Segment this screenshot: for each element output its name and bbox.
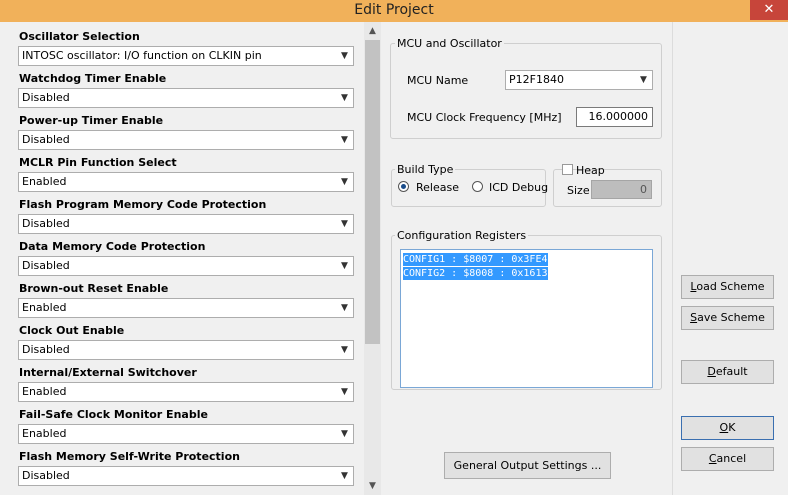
setting-label: Power-up Timer Enable (19, 114, 164, 127)
setting-label: Internal/External Switchover (19, 366, 197, 379)
setting-label: Clock Out Enable (19, 324, 125, 337)
close-button[interactable]: ✕ (750, 0, 788, 20)
scrollbar-thumb[interactable] (365, 40, 380, 344)
cancel-button[interactable]: Cancel (681, 447, 774, 471)
icd-debug-radio[interactable] (472, 181, 483, 192)
chevron-down-icon: ▼ (341, 345, 348, 355)
default-button[interactable]: Default (681, 360, 774, 384)
setting-combo[interactable]: Disabled ▼ (18, 256, 354, 276)
setting-value: Disabled (22, 343, 70, 356)
mcu-name-label: MCU Name (407, 74, 469, 87)
icd-debug-label[interactable]: ICD Debug (489, 181, 548, 194)
chevron-down-icon: ▼ (341, 51, 348, 61)
setting-value: Disabled (22, 259, 70, 272)
setting-label: Flash Program Memory Code Protection (19, 198, 267, 211)
mcu-name-value: P12F1840 (509, 73, 564, 86)
release-radio[interactable] (398, 181, 409, 192)
setting-label: Watchdog Timer Enable (19, 72, 167, 85)
setting-label: Flash Memory Self-Write Protection (19, 450, 240, 463)
heap-size-input: 0 (591, 180, 652, 199)
config-registers-title: Configuration Registers (395, 229, 529, 242)
chevron-down-icon: ▼ (341, 303, 348, 313)
mcu-name-select[interactable]: P12F1840 ▼ (505, 70, 653, 90)
chevron-down-icon[interactable]: ▼ (364, 479, 381, 493)
setting-value: Enabled (22, 301, 67, 314)
setting-combo[interactable]: Disabled ▼ (18, 466, 354, 486)
save-scheme-button[interactable]: Save Scheme (681, 306, 774, 330)
setting-value: Disabled (22, 217, 70, 230)
chevron-up-icon[interactable]: ▲ (364, 24, 381, 38)
setting-label: Brown-out Reset Enable (19, 282, 169, 295)
setting-label: Data Memory Code Protection (19, 240, 206, 253)
setting-label: Oscillator Selection (19, 30, 140, 43)
setting-value: INTOSC oscillator: I/O function on CLKIN… (22, 49, 262, 62)
setting-combo[interactable]: Disabled ▼ (18, 214, 354, 234)
setting-combo[interactable]: Enabled ▼ (18, 424, 354, 444)
chevron-down-icon: ▼ (341, 135, 348, 145)
load-scheme-button[interactable]: Load Scheme (681, 275, 774, 299)
setting-label: Fail-Safe Clock Monitor Enable (19, 408, 208, 421)
setting-value: Enabled (22, 175, 67, 188)
setting-combo[interactable]: Enabled ▼ (18, 172, 354, 192)
chevron-down-icon: ▼ (341, 261, 348, 271)
setting-value: Enabled (22, 385, 67, 398)
build-type-title: Build Type (395, 163, 456, 176)
ok-button[interactable]: OK (681, 416, 774, 440)
setting-value: Enabled (22, 427, 67, 440)
setting-value: Disabled (22, 469, 70, 482)
close-icon: ✕ (763, 2, 775, 17)
chevron-down-icon: ▼ (341, 429, 348, 439)
heap-size-label: Size (567, 184, 590, 197)
chevron-down-icon: ▼ (640, 75, 647, 85)
window-title: Edit Project (354, 2, 434, 18)
setting-combo[interactable]: Disabled ▼ (18, 130, 354, 150)
general-output-settings-button[interactable]: General Output Settings ... (444, 452, 611, 479)
setting-combo[interactable]: Enabled ▼ (18, 298, 354, 318)
heap-label[interactable]: Heap (576, 164, 605, 177)
setting-value: Disabled (22, 91, 70, 104)
chevron-down-icon: ▼ (341, 471, 348, 481)
chevron-down-icon: ▼ (341, 177, 348, 187)
config-register-line[interactable]: CONFIG2 : $8008 : 0x1613 (403, 267, 548, 280)
setting-combo[interactable]: INTOSC oscillator: I/O function on CLKIN… (18, 46, 354, 66)
setting-combo[interactable]: Enabled ▼ (18, 382, 354, 402)
setting-combo[interactable]: Disabled ▼ (18, 340, 354, 360)
setting-value: Disabled (22, 133, 70, 146)
heap-checkbox[interactable] (562, 164, 573, 175)
config-register-line[interactable]: CONFIG1 : $8007 : 0x3FE4 (403, 253, 548, 266)
chevron-down-icon: ▼ (341, 93, 348, 103)
mcu-frequency-label: MCU Clock Frequency [MHz] (407, 111, 562, 124)
release-label[interactable]: Release (416, 181, 459, 194)
setting-label: MCLR Pin Function Select (19, 156, 177, 169)
mcu-oscillator-title: MCU and Oscillator (395, 37, 504, 50)
setting-combo[interactable]: Disabled ▼ (18, 88, 354, 108)
chevron-down-icon: ▼ (341, 219, 348, 229)
chevron-down-icon: ▼ (341, 387, 348, 397)
mcu-frequency-input[interactable]: 16.000000 (576, 107, 653, 127)
